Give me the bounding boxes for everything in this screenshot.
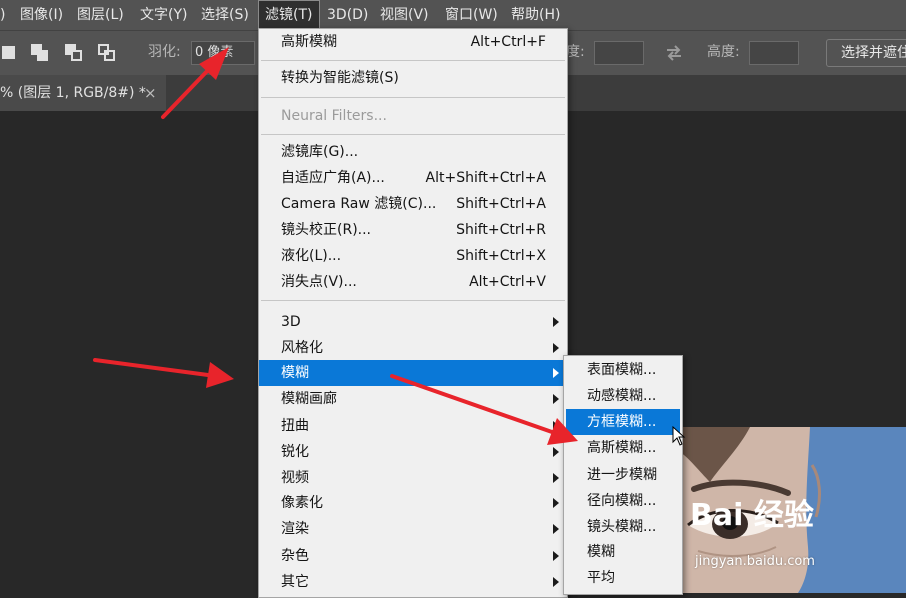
menu-item-gaussian-blur-last[interactable]: 高斯模糊 Alt+Ctrl+F — [259, 29, 567, 55]
menu-item-distort[interactable]: 扭曲 — [259, 413, 567, 439]
submenu-item-gaussian-blur[interactable]: 高斯模糊... — [566, 435, 680, 461]
feather-input[interactable]: 0 像素 — [191, 41, 255, 65]
submenu-item-lens-blur[interactable]: 镜头模糊... — [566, 514, 680, 540]
blur-submenu: 表面模糊... 动感模糊... 方框模糊... 高斯模糊... 进一步模糊 径向… — [563, 355, 683, 595]
menu-item-pixelate[interactable]: 像素化 — [259, 490, 567, 516]
menu-item-lens-correction[interactable]: 镜头校正(R)... Shift+Ctrl+R — [259, 217, 567, 243]
intersect-selection-icon[interactable] — [98, 44, 115, 61]
menu-item-liquify[interactable]: 液化(L)... Shift+Ctrl+X — [259, 243, 567, 269]
menu-bar: ) 图像(I) 图层(L) 文字(Y) 选择(S) 滤镜(T) 3D(D) 视图… — [0, 0, 906, 30]
menu-separator — [261, 60, 565, 61]
menu-item-3d[interactable]: 3D — [259, 309, 567, 335]
menu-filter[interactable]: 滤镜(T) — [258, 0, 320, 30]
submenu-arrow-icon — [553, 498, 559, 508]
menu-view[interactable]: 视图(V) — [380, 0, 429, 30]
menu-item-adaptive-wide-angle[interactable]: 自适应广角(A)... Alt+Shift+Ctrl+A — [259, 165, 567, 191]
menu-item-video[interactable]: 视频 — [259, 465, 567, 491]
width-label: 度: — [566, 44, 585, 60]
menu-item-blur[interactable]: 模糊 — [259, 360, 567, 386]
menu-separator — [261, 97, 565, 98]
select-and-mask-button[interactable]: 选择并遮住... — [826, 39, 906, 67]
subtract-from-selection-icon[interactable] — [65, 44, 82, 61]
menu-window[interactable]: 窗口(W) — [445, 0, 498, 30]
menu-help[interactable]: 帮助(H) — [511, 0, 560, 30]
menu-type[interactable]: 文字(Y) — [140, 0, 187, 30]
menu-item-sharpen[interactable]: 锐化 — [259, 439, 567, 465]
submenu-arrow-icon — [553, 317, 559, 327]
submenu-item-motion-blur[interactable]: 动感模糊... — [566, 383, 680, 409]
submenu-arrow-icon — [553, 394, 559, 404]
submenu-arrow-icon — [553, 343, 559, 353]
document-tab[interactable]: % (图层 1, RGB/8#) * × — [0, 75, 166, 111]
submenu-arrow-icon — [553, 447, 559, 457]
submenu-item-surface-blur[interactable]: 表面模糊... — [566, 357, 680, 383]
height-input[interactable] — [749, 41, 799, 65]
menu-item-noise[interactable]: 杂色 — [259, 543, 567, 569]
menu-item-neural-filters: Neural Filters... — [281, 108, 387, 124]
close-icon[interactable]: × — [144, 75, 157, 111]
menu-item-filter-gallery[interactable]: 滤镜库(G)... — [259, 139, 567, 165]
feather-label: 羽化: — [148, 44, 181, 60]
menu-image[interactable]: 图像(I) — [20, 0, 63, 30]
menu-separator — [261, 300, 565, 301]
menu-item-convert-smart-filter[interactable]: 转换为智能滤镜(S) — [259, 65, 567, 91]
swap-width-height-icon[interactable] — [664, 43, 684, 63]
submenu-item-box-blur[interactable]: 方框模糊... — [566, 409, 680, 435]
menu-item-stylize[interactable]: 风格化 — [259, 335, 567, 361]
mouse-cursor-icon — [672, 425, 686, 446]
submenu-item-average[interactable]: 平均 — [566, 565, 680, 591]
submenu-arrow-icon — [553, 551, 559, 561]
menu-item-render[interactable]: 渲染 — [259, 516, 567, 542]
submenu-arrow-icon — [553, 421, 559, 431]
submenu-arrow-icon — [553, 473, 559, 483]
menu-item-other[interactable]: 其它 — [259, 569, 567, 595]
filter-menu: 高斯模糊 Alt+Ctrl+F 转换为智能滤镜(S) Neural Filters… — [258, 28, 568, 598]
width-input[interactable] — [594, 41, 644, 65]
menu-item-vanishing-point[interactable]: 消失点(V)... Alt+Ctrl+V — [259, 269, 567, 295]
submenu-arrow-icon — [553, 577, 559, 587]
height-label: 高度: — [707, 44, 740, 60]
baidu-jingyan-logo: Bai 经验 — [690, 498, 814, 533]
submenu-item-blur[interactable]: 模糊 — [566, 539, 680, 565]
submenu-arrow-icon — [553, 524, 559, 534]
submenu-item-blur-more[interactable]: 进一步模糊 — [566, 462, 680, 488]
watermark-url: jingyan.baidu.com — [695, 554, 815, 569]
new-selection-icon[interactable] — [2, 44, 19, 61]
submenu-arrow-icon — [553, 368, 559, 378]
menu-item-camera-raw[interactable]: Camera Raw 滤镜(C)... Shift+Ctrl+A — [259, 191, 567, 217]
submenu-item-radial-blur[interactable]: 径向模糊... — [566, 488, 680, 514]
add-to-selection-icon[interactable] — [31, 44, 48, 61]
menu-3d[interactable]: 3D(D) — [327, 0, 368, 30]
menu-layer[interactable]: 图层(L) — [77, 0, 124, 30]
menu-item-blur-gallery[interactable]: 模糊画廊 — [259, 386, 567, 412]
menu-edit-partial[interactable]: ) — [0, 0, 5, 30]
menu-select[interactable]: 选择(S) — [201, 0, 249, 30]
menu-separator — [261, 134, 565, 135]
document-tab-title: % (图层 1, RGB/8#) * — [0, 85, 146, 101]
